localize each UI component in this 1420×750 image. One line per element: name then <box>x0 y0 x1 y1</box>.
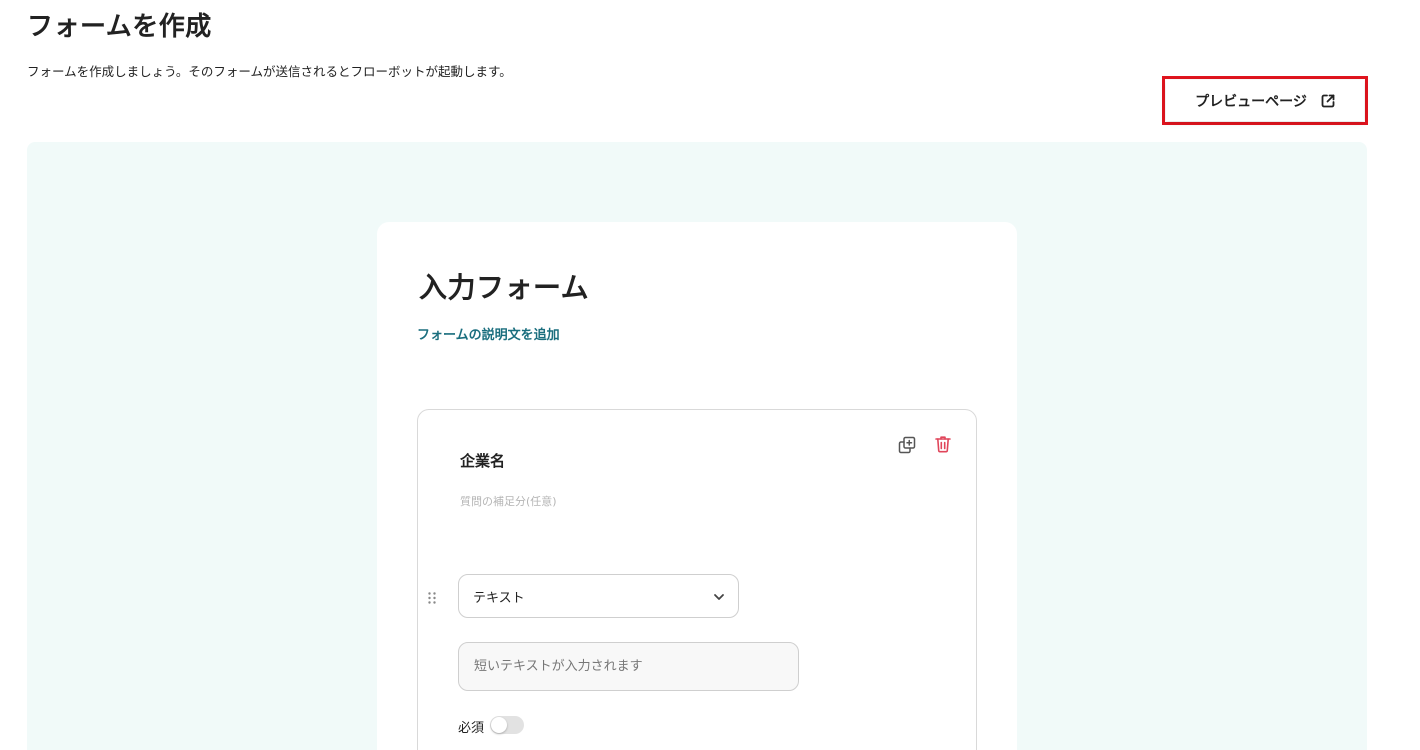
drag-handle-icon[interactable] <box>426 590 438 606</box>
form-card: 入力フォーム フォームの説明文を追加 企業名 質問の補足分(任意) テキスト 短… <box>377 222 1017 750</box>
answer-type-value: テキスト <box>473 590 525 606</box>
copy-icon[interactable] <box>897 435 917 455</box>
external-link-icon <box>1321 94 1335 108</box>
preview-button-label: プレビューページ <box>1195 93 1307 110</box>
question-supplement-field[interactable]: 質問の補足分(任意) <box>460 493 557 509</box>
chevron-down-icon <box>712 590 726 608</box>
answer-preview-input[interactable] <box>458 642 799 691</box>
preview-page-button[interactable]: プレビューページ <box>1166 80 1364 121</box>
question-card[interactable]: 企業名 質問の補足分(任意) テキスト 短いテキストが入力されます 必須 <box>417 409 977 750</box>
page-description: フォームを作成しましょう。そのフォームが送信されるとフローボットが起動します。 <box>27 64 512 79</box>
form-builder-page: フォームを作成 フォームを作成しましょう。そのフォームが送信されるとフローボット… <box>0 0 1420 750</box>
required-toggle-knob <box>491 717 507 733</box>
answer-type-select[interactable]: テキスト <box>458 574 739 618</box>
form-title[interactable]: 入力フォーム <box>419 266 589 306</box>
page-title: フォームを作成 <box>27 12 212 42</box>
required-toggle[interactable] <box>490 716 524 734</box>
required-label: 必須 <box>458 721 485 736</box>
trash-icon[interactable] <box>933 434 953 454</box>
add-form-description-link[interactable]: フォームの説明文を追加 <box>417 324 560 343</box>
question-title[interactable]: 企業名 <box>460 450 505 471</box>
